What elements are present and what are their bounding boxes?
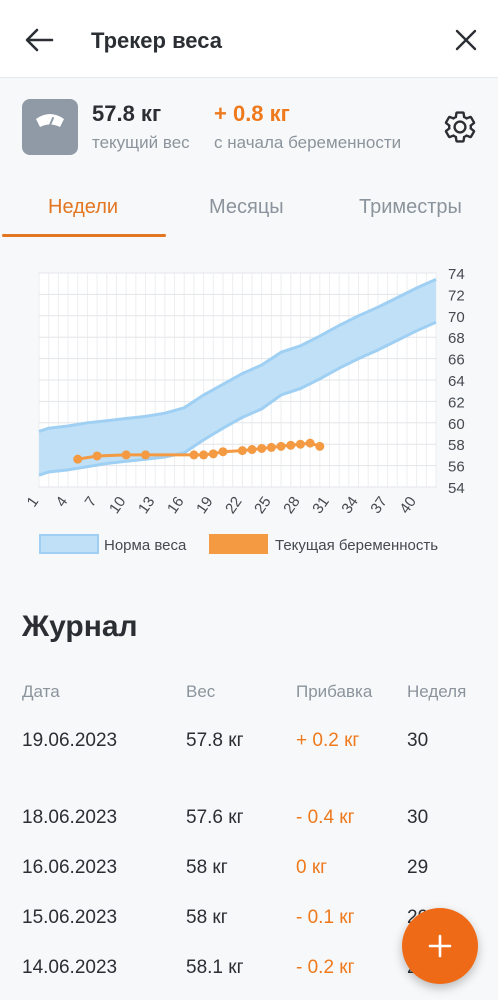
- active-tab-indicator: [2, 234, 166, 237]
- row-week: 30: [407, 730, 429, 751]
- current-pregnancy-point: [92, 451, 102, 461]
- current-pregnancy-point: [286, 440, 296, 450]
- row-weight: 58 кг: [186, 857, 228, 878]
- current-pregnancy-point: [305, 438, 315, 448]
- y-tick-label: 70: [448, 309, 465, 326]
- period-tabs: Недели Месяцы Триместры: [0, 182, 498, 238]
- y-tick-label: 54: [448, 480, 465, 497]
- current-pregnancy-point: [121, 450, 131, 460]
- tab-weeks[interactable]: Недели: [48, 196, 118, 219]
- y-tick-label: 58: [448, 437, 465, 454]
- x-tick-label: 4: [53, 494, 72, 511]
- row-date: 19.06.2023: [22, 730, 118, 751]
- column-header-week: Неделя: [407, 682, 467, 701]
- weight-summary: 57.8 кг текущий вес + 0.8 кг с начала бе…: [0, 79, 498, 179]
- y-tick-label: 66: [448, 352, 465, 369]
- current-pregnancy-point: [218, 447, 228, 457]
- scale-icon: [22, 99, 78, 155]
- row-date: 14.06.2023: [22, 957, 118, 978]
- legend-label-current: Текущая беременность: [275, 537, 438, 554]
- x-tick-label: 37: [367, 494, 390, 517]
- x-tick-label: 1: [24, 494, 43, 511]
- current-pregnancy-point: [295, 439, 305, 449]
- x-tick-label: 7: [82, 494, 101, 511]
- row-gain: - 0.2 кг: [296, 957, 355, 978]
- current-weight-label: текущий вес: [92, 133, 190, 152]
- journal-title: Журнал: [22, 610, 138, 643]
- weight-gain-value: + 0.8 кг: [214, 101, 290, 126]
- y-tick-label: 68: [448, 330, 465, 347]
- current-pregnancy-point: [266, 442, 276, 452]
- weight-gain-label: с начала беременности: [214, 133, 402, 152]
- current-pregnancy-point: [315, 441, 325, 451]
- gear-icon: [444, 111, 476, 143]
- current-pregnancy-point: [141, 450, 151, 460]
- legend-swatch-norm: [39, 534, 99, 554]
- y-tick-label: 72: [448, 287, 465, 304]
- row-week: 29: [407, 857, 429, 878]
- column-header-date: Дата: [22, 682, 60, 701]
- current-pregnancy-point: [199, 450, 209, 460]
- row-gain: + 0.2 кг: [296, 730, 360, 751]
- row-weight: 57.6 кг: [186, 807, 244, 828]
- tab-months[interactable]: Месяцы: [209, 196, 284, 219]
- current-pregnancy-point: [276, 441, 286, 451]
- row-gain: - 0.4 кг: [296, 807, 355, 828]
- weight-chart: 54 56 58 60 62 64 66 68 70 72 74 1 4 7 10 13 16 19 22 25 28 3…: [0, 255, 498, 565]
- x-tick-label: 28: [280, 494, 303, 517]
- row-gain: - 0.1 кг: [296, 907, 355, 928]
- row-date: 16.06.2023: [22, 857, 118, 878]
- close-icon: [455, 29, 477, 51]
- arrow-left-icon: [25, 28, 54, 52]
- legend-label-norm: Норма веса: [104, 537, 187, 554]
- row-date: 15.06.2023: [22, 907, 118, 928]
- x-tick-label: 22: [222, 494, 245, 517]
- page-title: Трекер веса: [91, 28, 222, 53]
- add-weight-button[interactable]: [402, 908, 478, 984]
- x-tick-label: 19: [193, 494, 216, 517]
- back-button[interactable]: [22, 22, 58, 58]
- current-pregnancy-point: [208, 449, 218, 459]
- current-pregnancy-point: [247, 445, 257, 455]
- y-tick-label: 60: [448, 416, 465, 433]
- x-tick-label: 40: [396, 494, 419, 517]
- current-pregnancy-point: [73, 454, 83, 464]
- column-header-gain: Прибавка: [296, 682, 373, 701]
- x-tick-label: 34: [338, 494, 361, 517]
- x-tick-label: 31: [309, 494, 332, 517]
- row-date: 18.06.2023: [22, 807, 118, 828]
- legend-swatch-current: [209, 534, 268, 554]
- x-tick-label: 10: [106, 494, 129, 517]
- row-weight: 58.1 кг: [186, 957, 244, 978]
- weight-chart-svg: 54 56 58 60 62 64 66 68 70 72 74 1 4 7 10 13 16 19 22 25 28 3…: [24, 266, 465, 554]
- tab-trimesters[interactable]: Триместры: [359, 196, 462, 219]
- y-tick-label: 74: [448, 266, 465, 283]
- column-header-weight: Вес: [186, 682, 216, 701]
- current-weight-value: 57.8 кг: [92, 101, 162, 126]
- row-week: 30: [407, 807, 429, 828]
- close-button[interactable]: [448, 22, 484, 58]
- top-app-bar: Трекер веса: [0, 0, 498, 78]
- y-tick-label: 64: [448, 373, 465, 390]
- settings-button[interactable]: [442, 109, 478, 145]
- row-weight: 58 кг: [186, 907, 228, 928]
- y-tick-label: 62: [448, 394, 465, 411]
- current-pregnancy-point: [257, 443, 267, 453]
- y-tick-label: 56: [448, 459, 465, 476]
- x-tick-label: 25: [251, 494, 274, 517]
- row-weight: 57.8 кг: [186, 730, 244, 751]
- row-gain: 0 кг: [296, 857, 328, 878]
- x-tick-label: 16: [164, 494, 187, 517]
- current-pregnancy-point: [237, 446, 247, 456]
- current-pregnancy-point: [189, 450, 199, 460]
- plus-icon: [428, 934, 452, 958]
- x-tick-label: 13: [135, 494, 158, 517]
